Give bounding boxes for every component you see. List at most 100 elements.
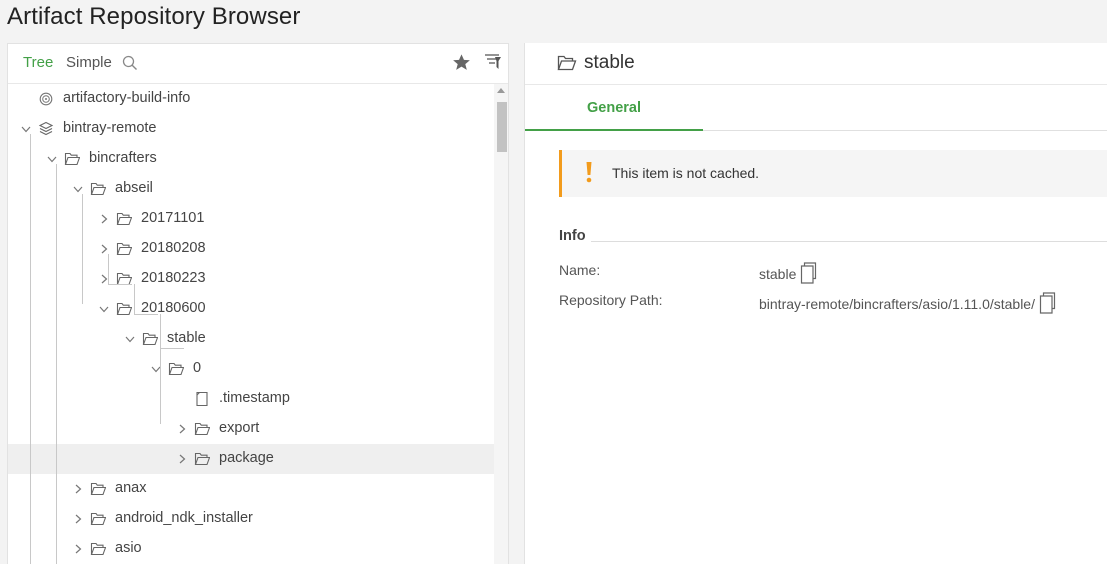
folder-icon (116, 212, 132, 226)
info-key: Repository Path: (559, 292, 663, 308)
notice-text: This item is not cached. (612, 165, 760, 181)
star-icon[interactable] (452, 53, 471, 72)
scroll-up-arrow-icon[interactable] (497, 88, 505, 93)
info-value: bintray-remote/bincrafters/asio/1.11.0/s… (759, 292, 1057, 314)
tree-node-label: export (219, 420, 260, 436)
tree-node[interactable]: artifactory-build-info (8, 84, 494, 114)
folder-icon (142, 332, 158, 346)
info-row-repository-path: Repository Path: bintray-remote/bincraft… (559, 292, 1107, 314)
tree-guide-line (134, 314, 158, 315)
chevron-right-icon[interactable] (177, 454, 187, 464)
tree-node-label: stable (167, 330, 206, 346)
tree-toolbar: Tree Simple (8, 44, 508, 84)
info-key: Name: (559, 262, 601, 278)
tree-node[interactable]: package (8, 444, 494, 474)
tree-node-label: bintray-remote (63, 120, 157, 136)
tree-node-label: bincrafters (89, 150, 157, 166)
tree-guide-line (160, 314, 161, 424)
tree-node[interactable]: 20180223 (8, 264, 494, 294)
chevron-right-icon[interactable] (177, 424, 187, 434)
remote-repo-icon (38, 121, 54, 136)
folder-icon (168, 362, 184, 376)
chevron-right-icon[interactable] (99, 244, 109, 254)
tree-guide-line (30, 134, 31, 564)
info-title: Info (559, 228, 591, 244)
folder-icon (90, 542, 106, 556)
tree-panel: Tree Simple artifactory-build-info bintra… (7, 43, 509, 564)
chevron-right-icon[interactable] (73, 514, 83, 524)
tree-node-label: 20180223 (141, 270, 206, 286)
chevron-down-icon[interactable] (99, 304, 109, 314)
folder-icon (116, 242, 132, 256)
info-value-text: bintray-remote/bincrafters/asio/1.11.0/s… (759, 296, 1035, 312)
tree-node[interactable]: 0 (8, 354, 494, 384)
tree-node-label: 0 (193, 360, 202, 376)
tree-node-label: 20180208 (141, 240, 206, 256)
tree-node[interactable]: .timestamp (8, 384, 494, 414)
tree-guide-line (160, 348, 184, 349)
tree-node-label: asio (115, 540, 142, 556)
detail-panel: stable General This item is not cached. … (524, 43, 1107, 564)
tree-body: artifactory-build-info bintray-remote binc… (8, 84, 494, 564)
tree-node[interactable]: 20171101 (8, 204, 494, 234)
chevron-right-icon[interactable] (73, 544, 83, 554)
tree-node[interactable]: export (8, 414, 494, 444)
exclamation-icon (586, 162, 592, 183)
copy-icon[interactable] (1039, 292, 1057, 314)
search-icon[interactable] (122, 55, 138, 71)
folder-icon (116, 302, 132, 316)
tree-node-label: 20171101 (141, 210, 205, 226)
tree-node[interactable]: stable (8, 324, 494, 354)
detail-tabs: General (525, 85, 1107, 131)
info-divider (591, 241, 1107, 242)
tree-node-label: anax (115, 480, 147, 496)
tree-node-label: package (219, 450, 274, 466)
tree-node[interactable]: bintray-remote (8, 114, 494, 144)
detail-header: stable (525, 43, 1107, 85)
tree-node[interactable]: bincrafters (8, 144, 494, 174)
tree-node[interactable]: android_ndk_installer (8, 504, 494, 534)
folder-icon (194, 422, 210, 436)
filter-icon[interactable] (483, 52, 503, 72)
folder-icon (90, 182, 106, 196)
chevron-down-icon[interactable] (73, 184, 83, 194)
tree-node-label: android_ndk_installer (115, 510, 253, 526)
not-cached-notice: This item is not cached. (559, 150, 1107, 197)
page-title: Artifact Repository Browser (7, 3, 301, 30)
copy-icon[interactable] (800, 262, 818, 284)
chevron-down-icon[interactable] (47, 154, 57, 164)
chevron-down-icon[interactable] (125, 334, 135, 344)
tree-node-label: artifactory-build-info (63, 90, 191, 106)
tab-general[interactable]: General (525, 85, 703, 131)
chevron-down-icon[interactable] (21, 124, 31, 134)
tree-node[interactable]: 20180600 (8, 294, 494, 324)
tree-guide-line (134, 284, 135, 314)
build-info-icon (39, 92, 53, 106)
info-row-name: Name: stable (559, 262, 1107, 284)
tree-node[interactable]: 20180208 (8, 234, 494, 264)
folder-icon (194, 452, 210, 466)
tree-node-label: .timestamp (219, 390, 290, 406)
tree-scrollbar[interactable] (494, 84, 508, 564)
detail-title: stable (584, 52, 635, 73)
file-icon (196, 391, 208, 407)
folder-open-icon (557, 55, 577, 71)
tree-guide-line (108, 284, 132, 285)
tab-tree[interactable]: Tree (23, 54, 53, 71)
tree-node[interactable]: abseil (8, 174, 494, 204)
folder-icon (64, 152, 80, 166)
tree-guide-line (56, 164, 57, 564)
info-value: stable (759, 262, 818, 284)
tree-node-label: abseil (115, 180, 153, 196)
info-value-text: stable (759, 266, 797, 282)
tab-general-label: General (587, 100, 641, 116)
chevron-right-icon[interactable] (99, 214, 109, 224)
tree-guide-line (82, 194, 83, 304)
tree-node[interactable]: asio (8, 534, 494, 564)
chevron-right-icon[interactable] (73, 484, 83, 494)
tab-simple[interactable]: Simple (66, 54, 112, 71)
tree-node[interactable]: anax (8, 474, 494, 504)
scrollbar-thumb[interactable] (497, 102, 507, 152)
folder-icon (90, 482, 106, 496)
folder-icon (90, 512, 106, 526)
